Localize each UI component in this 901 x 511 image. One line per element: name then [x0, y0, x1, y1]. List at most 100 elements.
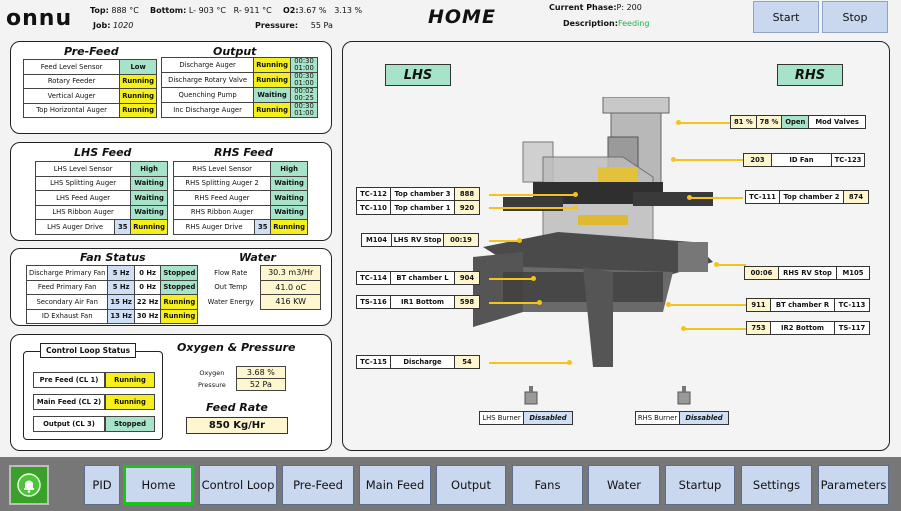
nav-output[interactable]: Output [436, 465, 506, 505]
status-cell: Waiting [270, 190, 308, 206]
top-bar: onnu Top: 888 °C Bottom: L- 903 °C R- 91… [0, 0, 901, 38]
value: 753 [747, 322, 771, 334]
timer-cell: 00:30 01:00 [289, 102, 319, 118]
machine-part [598, 167, 638, 182]
connector-dot [671, 157, 676, 162]
connector-dot [537, 300, 542, 305]
row-label: Pre Feed (CL 1) [33, 372, 105, 388]
fan-setpoint[interactable]: 5 Hz [107, 279, 135, 295]
row-label: RHS Auger Drive [172, 219, 256, 235]
drive-value[interactable]: 35 [254, 219, 272, 235]
machine-part [578, 215, 628, 225]
ir2-bottom: 753 IR2 Bottom TS-117 [746, 321, 870, 335]
value: 888 [455, 188, 479, 200]
table-row: Oxygen 3.68 % [188, 366, 287, 379]
control-oxygen-panel: Control Loop Status Pre Feed (CL 1) Runni… [10, 334, 332, 451]
status-cell: Waiting [130, 204, 168, 220]
row-label: LHS Ribbon Auger [34, 204, 132, 220]
o2-readout: O2:3.67 % 3.13 % [283, 6, 363, 15]
drive-value[interactable]: 35 [114, 219, 132, 235]
top-temp: Top: 888 °C [90, 6, 139, 15]
nav-water[interactable]: Water [588, 465, 660, 505]
nav-control-loop[interactable]: Control Loop [199, 465, 277, 505]
fan-setpoint[interactable]: 15 Hz [107, 294, 135, 310]
valve2-value: 78 % [756, 116, 783, 128]
row-label: Main Feed (CL 2) [33, 394, 105, 410]
rhs-burner-status[interactable]: RHS Burner Dissabled [635, 411, 729, 425]
ir1-bottom: TS-116 IR1 Bottom 598 [356, 295, 480, 309]
nav-pre-feed[interactable]: Pre-Feed [282, 465, 354, 505]
status-cell: Running [253, 57, 291, 73]
table-row: Top Horizontal Auger Running [22, 102, 157, 118]
start-button[interactable]: Start [753, 1, 819, 33]
value: 904 [455, 272, 479, 284]
nav-settings[interactable]: Settings [741, 465, 812, 505]
label: BT chamber L [391, 272, 455, 284]
row-label: Output (CL 3) [33, 416, 105, 432]
status-cell: Waiting [130, 190, 168, 206]
fan-setpoint[interactable]: 13 Hz [107, 308, 135, 324]
nav-home[interactable]: Home [123, 465, 194, 505]
bt-chamber-r: 911 BT chamber R TC-113 [746, 298, 870, 312]
machine-part [583, 267, 613, 367]
id-fan-name: ID Fan [772, 154, 832, 166]
fan-status-title: Fan Status [80, 251, 146, 264]
table-row: Main Feed (CL 2) Running [33, 394, 155, 410]
oxygen-table: Oxygen 3.68 % Pressure 52 Pa [188, 366, 287, 391]
feed-panel: LHS Feed RHS Feed LHS Level Sensor High L… [10, 142, 332, 241]
machine-part [633, 192, 713, 206]
connector-dot [676, 120, 681, 125]
value: 54 [455, 356, 479, 368]
machine-part [602, 97, 670, 114]
row-label: Quenching Pump [160, 87, 255, 103]
fan-water-panel: Fan Status Water Discharge Primary Fan 5 … [10, 248, 332, 326]
status-cell: Running [270, 219, 308, 235]
row-label: Discharge Auger [160, 57, 255, 73]
lhs-burner-status[interactable]: LHS Burner Dissabled [479, 411, 573, 425]
valve-state: Open [782, 116, 810, 128]
tag: TC-111 [746, 191, 780, 203]
table-row: LHS Auger Drive 35 Running [34, 219, 168, 235]
status-cell: Running [119, 88, 157, 104]
nav-startup[interactable]: Startup [665, 465, 735, 505]
row-label: Pressure [197, 380, 226, 389]
nav-main-feed[interactable]: Main Feed [359, 465, 431, 505]
feed-rate-value: 850 Kg/Hr [186, 417, 288, 434]
burner-icon[interactable] [523, 386, 539, 406]
fan-setpoint[interactable]: 5 Hz [107, 265, 135, 281]
row-label: Oxygen [199, 368, 225, 377]
rhs-rv-stop: 00:06 RHS RV Stop M105 [744, 266, 870, 280]
table-row: RHS Splitting Auger 2 Waiting [172, 175, 308, 191]
connector-line [489, 362, 569, 364]
value: 911 [747, 299, 771, 311]
status-cell: Running [105, 394, 155, 410]
fan-feedback: 0 Hz [133, 279, 162, 295]
row-label: LHS Auger Drive [34, 219, 116, 235]
label: RHS Burner [636, 412, 680, 424]
machine-part [503, 272, 663, 302]
burner-icon[interactable] [676, 386, 692, 406]
status-cell: High [130, 161, 168, 177]
connector-dot [681, 326, 686, 331]
water-value: 41.0 oC [260, 279, 321, 295]
connector-dot [517, 238, 522, 243]
lhs-feed-table: LHS Level Sensor High LHS Splitting Auger… [34, 161, 168, 235]
nav-fans[interactable]: Fans [512, 465, 583, 505]
row-label: RHS Splitting Auger 2 [172, 175, 272, 191]
tag: M104 [362, 234, 392, 246]
status-cell: Low [119, 59, 157, 75]
stop-button[interactable]: Stop [822, 1, 888, 33]
status-cell: Waiting [130, 175, 168, 191]
table-row: Discharge Auger Running 00:30 01:00 [160, 57, 319, 73]
nav-pid[interactable]: PID [84, 465, 120, 505]
timer-cell: 00:30 01:00 [289, 57, 319, 73]
value: 598 [455, 296, 479, 308]
nav-parameters[interactable]: Parameters [818, 465, 889, 505]
table-row: Output (CL 3) Stopped [33, 416, 155, 432]
job-readout: Job: 1020 [93, 21, 134, 30]
water-table: Flow Rate 30.3 m3/Hr Out Temp 41.0 oC Wate… [201, 265, 321, 310]
mod-valves-label: 81 % 78 % Open Mod Valves [730, 115, 866, 129]
table-row: LHS Splitting Auger Waiting [34, 175, 168, 191]
status-cell: Running [119, 102, 157, 118]
alarm-bell-icon[interactable] [9, 465, 49, 505]
